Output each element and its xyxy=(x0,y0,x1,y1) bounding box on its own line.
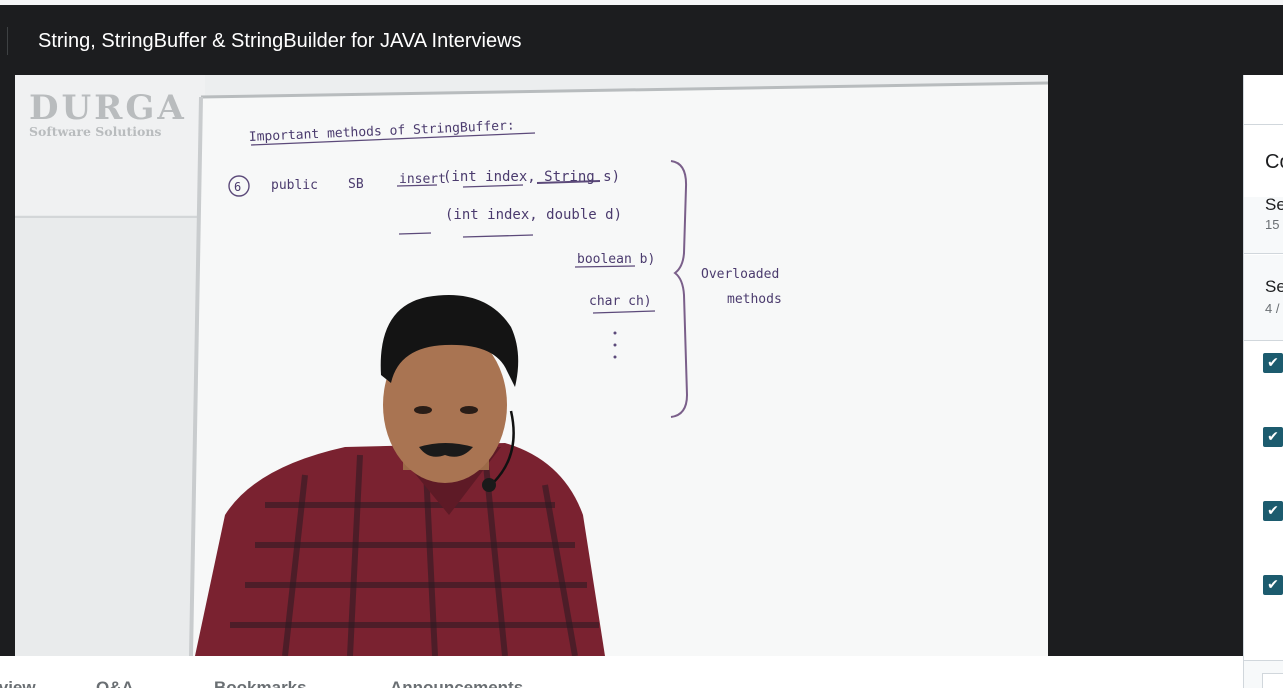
sidebar-next-section xyxy=(1244,660,1283,688)
lecture-tabs: Overview Q&A Bookmarks Announcements xyxy=(0,656,1243,688)
board-params-line1: (int index, String s) xyxy=(443,169,620,185)
board-modifier: public xyxy=(271,178,318,193)
course-title[interactable]: String, StringBuffer & StringBuilder for… xyxy=(38,29,522,53)
board-method: insert xyxy=(399,172,446,187)
board-params-line2: (int index, double d) xyxy=(445,207,622,223)
section-progress: 15 xyxy=(1265,217,1280,232)
section-title: Se xyxy=(1265,195,1283,214)
board-params-line4: char ch) xyxy=(589,294,652,309)
lecture-item-1[interactable]: ✔ xyxy=(1263,353,1283,374)
channel-watermark: DURGA Software Solutions xyxy=(29,88,187,139)
lecture-item-3[interactable]: ✔ xyxy=(1263,501,1283,522)
section-checkbox[interactable] xyxy=(1262,673,1283,688)
board-note-line2: methods xyxy=(727,292,782,307)
sidebar-close-area[interactable] xyxy=(1244,75,1283,125)
watermark-subtitle: Software Solutions xyxy=(29,124,162,139)
tab-overview[interactable]: Overview xyxy=(0,678,36,688)
sidebar-heading: Co xyxy=(1265,151,1283,173)
video-player[interactable]: Important methods of StringBuffer: 6 pub… xyxy=(0,75,1243,656)
course-player-page: String, StringBuffer & StringBuilder for… xyxy=(0,0,1283,688)
watermark-title: DURGA xyxy=(29,88,187,128)
completed-checkbox[interactable]: ✔ xyxy=(1263,353,1283,373)
completed-checkbox[interactable]: ✔ xyxy=(1263,575,1283,595)
board-return-type: SB xyxy=(348,177,364,192)
tab-bookmarks[interactable]: Bookmarks xyxy=(214,678,307,688)
lecture-item-4[interactable]: ✔ xyxy=(1263,575,1283,596)
header-divider xyxy=(7,27,8,55)
completed-checkbox[interactable]: ✔ xyxy=(1263,427,1283,447)
board-note-line1: Overloaded xyxy=(701,267,779,282)
lecture-item-2[interactable]: ✔ xyxy=(1263,427,1283,448)
course-content-sidebar: Co Se 15 Se 4 / ✔ ✔ ✔ ✔ xyxy=(1243,75,1283,688)
course-header: String, StringBuffer & StringBuilder for… xyxy=(0,5,1283,75)
sidebar-section-1[interactable]: Se 15 xyxy=(1244,195,1283,254)
board-params-line3: boolean b) xyxy=(577,252,655,267)
board-item-number: 6 xyxy=(234,180,241,194)
completed-checkbox[interactable]: ✔ xyxy=(1263,501,1283,521)
tab-announcements[interactable]: Announcements xyxy=(390,678,523,688)
tab-qa[interactable]: Q&A xyxy=(96,678,134,688)
section-title: Se xyxy=(1265,277,1283,296)
section-progress: 4 / xyxy=(1265,301,1280,316)
sidebar-section-2[interactable]: Se 4 / xyxy=(1244,255,1283,341)
lecture-video[interactable]: Important methods of StringBuffer: 6 pub… xyxy=(15,75,1048,656)
lecture-scene: Important methods of StringBuffer: 6 pub… xyxy=(15,75,1048,656)
